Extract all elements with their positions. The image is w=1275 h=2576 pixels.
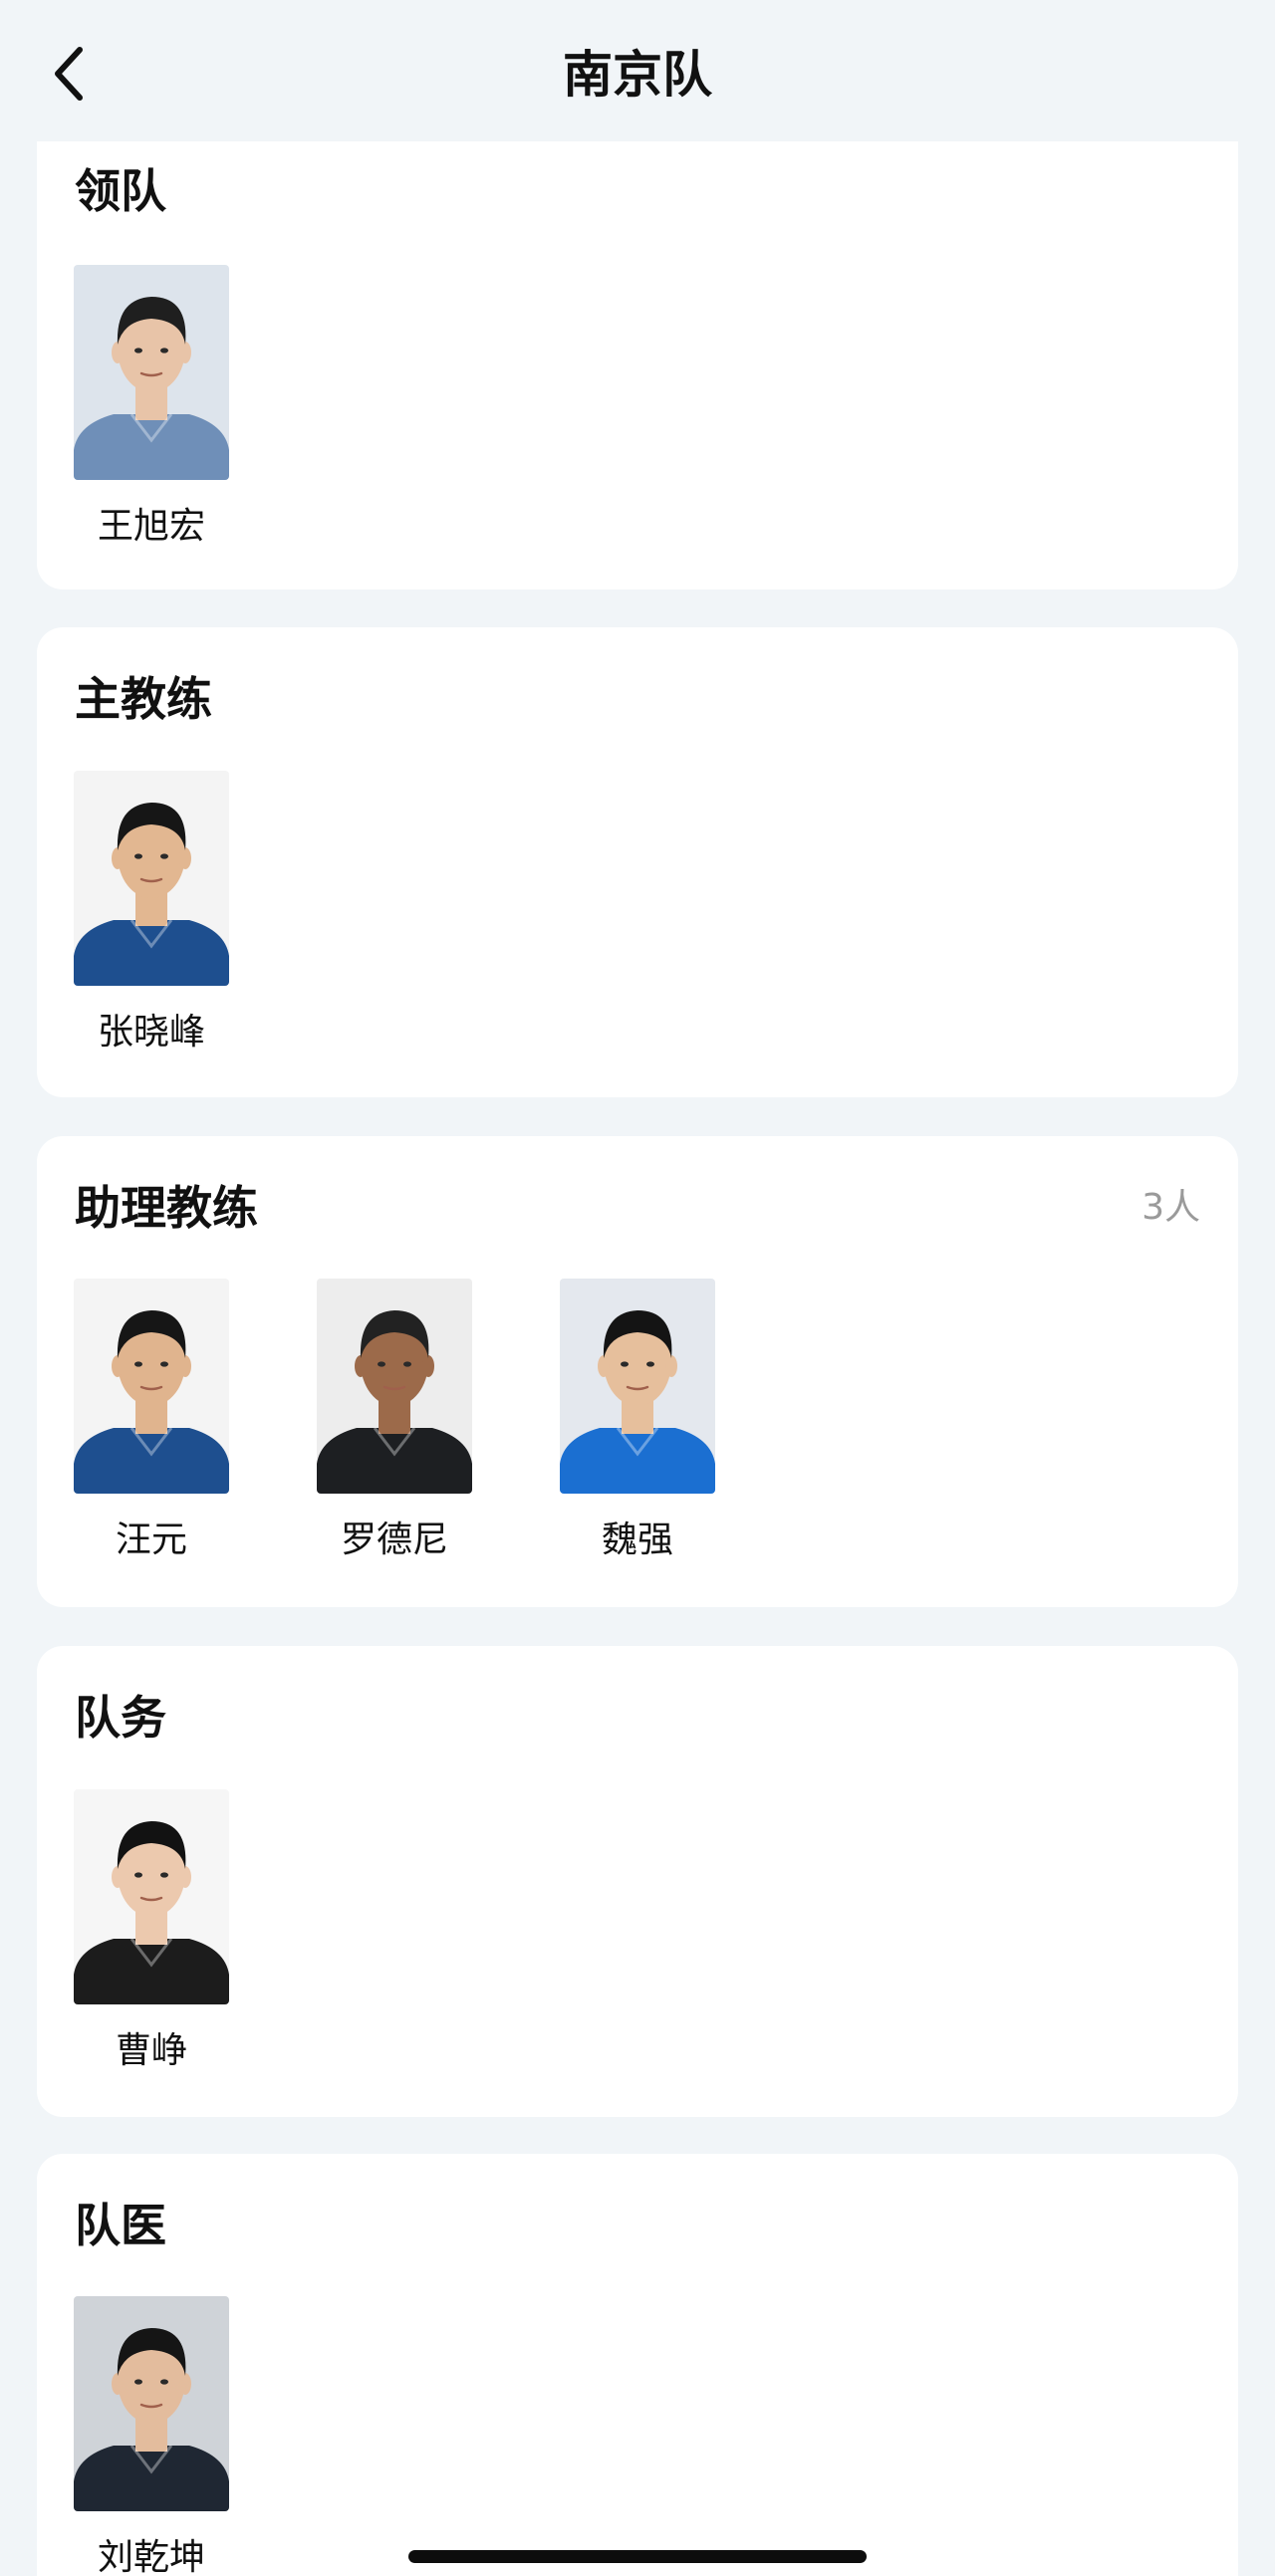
person-photo (74, 771, 229, 986)
section-title: 助理教练 (75, 1181, 258, 1235)
person-card[interactable]: 刘乾坤 (74, 2296, 229, 2576)
section-team-affairs: 队务 曹峥 (37, 1646, 1238, 2117)
person-name: 刘乾坤 (97, 2537, 205, 2576)
person-card[interactable]: 汪元 (74, 1279, 229, 1565)
person-card[interactable]: 罗德尼 (317, 1279, 472, 1565)
section-title: 队医 (75, 2199, 166, 2252)
person-photo (74, 265, 229, 480)
person-card[interactable]: 魏强 (560, 1279, 715, 1565)
page-title: 南京队 (563, 46, 712, 104)
section-title: 领队 (75, 164, 166, 218)
section-assistant-coaches: 助理教练 3人 汪元 罗德尼 魏强 (37, 1136, 1238, 1607)
section-title: 队务 (75, 1691, 166, 1745)
portrait-image (74, 265, 229, 480)
person-name: 曹峥 (115, 2030, 187, 2071)
home-indicator (408, 2550, 867, 2563)
person-name: 罗德尼 (340, 1520, 448, 1560)
person-photo (317, 1279, 472, 1494)
navigation-bar: 南京队 (0, 0, 1275, 141)
portrait-image (74, 1789, 229, 2004)
person-photo (74, 1279, 229, 1494)
person-card[interactable]: 曹峥 (74, 1789, 229, 2076)
portrait-image (560, 1279, 715, 1494)
section-team-leader: 领队 王旭宏 (37, 100, 1238, 589)
person-photo (560, 1279, 715, 1494)
portrait-image (74, 2296, 229, 2511)
section-head-coach: 主教练 张晓峰 (37, 627, 1238, 1097)
person-name: 王旭宏 (97, 506, 205, 547)
person-name: 张晓峰 (97, 1012, 205, 1053)
person-name: 魏强 (601, 1520, 673, 1560)
staff-page: 南京队 领队 王旭宏 主教练 张晓峰 助理教练 3人 汪元 罗德尼 魏强 队务 … (0, 0, 1275, 2576)
person-photo (74, 2296, 229, 2511)
member-count: 3人 (1142, 1187, 1200, 1228)
person-card[interactable]: 王旭宏 (74, 265, 229, 552)
portrait-image (74, 1279, 229, 1494)
portrait-image (74, 771, 229, 986)
portrait-image (317, 1279, 472, 1494)
person-photo (74, 1789, 229, 2004)
section-title: 主教练 (75, 672, 212, 726)
person-card[interactable]: 张晓峰 (74, 771, 229, 1057)
person-name: 汪元 (115, 1520, 187, 1560)
section-team-doctor: 队医 刘乾坤 (37, 2154, 1238, 2576)
